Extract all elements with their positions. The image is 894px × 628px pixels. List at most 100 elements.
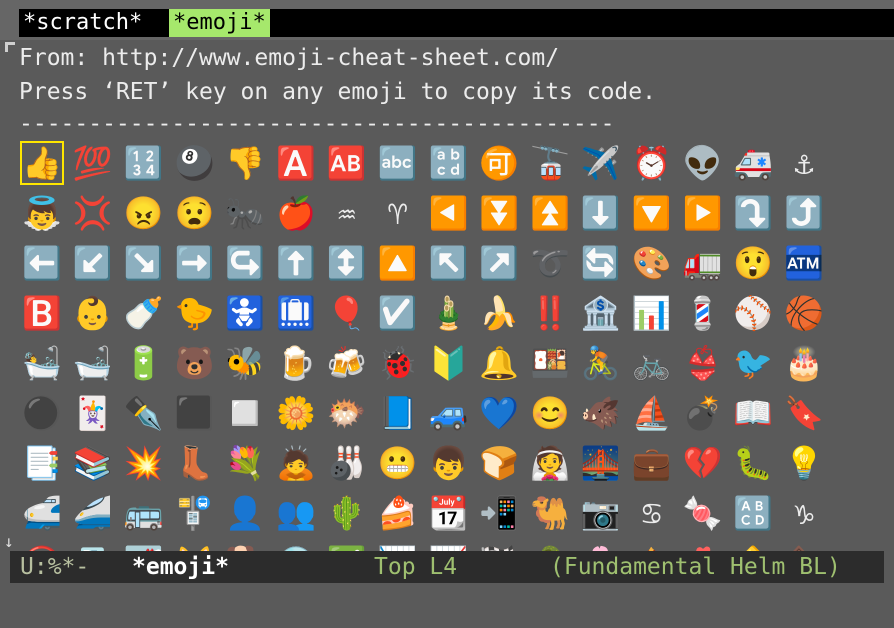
emoji-cell[interactable]: ⚾ <box>730 290 776 336</box>
emoji-cell[interactable]: ♋ <box>629 490 675 536</box>
emoji-cell[interactable]: 👎 <box>222 140 268 186</box>
emoji-cell[interactable]: 🏦 <box>578 290 624 336</box>
emoji-cell[interactable]: ⚓ <box>781 140 827 186</box>
emoji-cell[interactable]: 👥 <box>273 490 319 536</box>
emoji-cell[interactable]: 🐫 <box>527 490 573 536</box>
emoji-cell[interactable]: 🔤 <box>375 140 421 186</box>
emoji-cell[interactable]: 🐡 <box>324 390 370 436</box>
emoji-cell[interactable]: ♈ <box>375 190 421 236</box>
emoji-cell[interactable]: ↖️ <box>425 240 471 286</box>
emoji-cell[interactable]: 📑 <box>19 440 65 486</box>
emoji-cell[interactable]: ⬛ <box>171 390 217 436</box>
emoji-cell[interactable]: 🐗 <box>578 390 624 436</box>
emoji-cell[interactable]: 🅱️ <box>19 290 65 336</box>
emoji-cell[interactable]: 🍼 <box>121 290 167 336</box>
emoji-cell[interactable]: 🚌 <box>121 490 167 536</box>
emoji-cell[interactable]: ⬆️ <box>273 240 319 286</box>
emoji-cell[interactable]: 🔔 <box>476 340 522 386</box>
emoji-cell[interactable]: 🐛 <box>730 440 776 486</box>
emoji-cell[interactable]: ‼️ <box>527 290 573 336</box>
emoji-cell[interactable]: 🍺 <box>273 340 319 386</box>
emoji-cell[interactable]: ➰ <box>527 240 573 286</box>
emoji-cell[interactable]: 🚲 <box>629 340 675 386</box>
emoji-cell[interactable]: ♒ <box>324 190 370 236</box>
emoji-cell[interactable]: ◀️ <box>425 190 471 236</box>
emoji-cell[interactable]: 🔼 <box>375 240 421 286</box>
emoji-cell[interactable]: 📘 <box>375 390 421 436</box>
emoji-cell[interactable]: 🔽 <box>629 190 675 236</box>
emoji-cell[interactable]: 🚙 <box>425 390 471 436</box>
emoji-cell[interactable]: ◻️ <box>222 390 268 436</box>
emoji-cell[interactable]: ↪️ <box>222 240 268 286</box>
emoji-cell[interactable]: 🐤 <box>171 290 217 336</box>
emoji-cell[interactable]: 🚑 <box>730 140 776 186</box>
emoji-cell[interactable]: 🍱 <box>527 340 573 386</box>
emoji-cell[interactable]: 🛁 <box>70 340 116 386</box>
emoji-cell[interactable]: 🛀 <box>19 340 65 386</box>
emoji-cell[interactable]: 🍰 <box>375 490 421 536</box>
emoji-cell[interactable]: 😬 <box>375 440 421 486</box>
emoji-cell[interactable]: 😧 <box>171 190 217 236</box>
emoji-cell[interactable]: 🐝 <box>222 340 268 386</box>
emoji-cell[interactable]: ⏫ <box>527 190 573 236</box>
emoji-cell[interactable]: ⬇️ <box>578 190 624 236</box>
emoji-cell[interactable]: 📲 <box>476 490 522 536</box>
emoji-cell[interactable]: 🉑 <box>476 140 522 186</box>
emoji-cell[interactable]: 📆 <box>425 490 471 536</box>
emoji-cell[interactable]: ⤵️ <box>730 190 776 236</box>
emoji-cell[interactable]: 🐜 <box>222 190 268 236</box>
emoji-cell[interactable]: 🚛 <box>679 240 725 286</box>
emoji-cell[interactable]: ➡️ <box>171 240 217 286</box>
buffer-text-area[interactable]: From: http://www.emoji-cheat-sheet.com/ … <box>19 40 879 552</box>
emoji-cell[interactable]: 🔖 <box>781 390 827 436</box>
emoji-cell[interactable]: 🐦 <box>730 340 776 386</box>
emoji-cell[interactable]: 🍞 <box>476 440 522 486</box>
emoji-cell[interactable]: 🎍 <box>425 290 471 336</box>
emoji-cell[interactable]: 🐻 <box>171 340 217 386</box>
emoji-cell[interactable]: 😊 <box>527 390 573 436</box>
emoji-cell[interactable]: ☑️ <box>375 290 421 336</box>
emoji-cell[interactable]: 🎱 <box>171 140 217 186</box>
emoji-cell[interactable]: 🙇 <box>273 440 319 486</box>
emoji-cell[interactable]: 👤 <box>222 490 268 536</box>
emoji-cell[interactable]: ↙️ <box>70 240 116 286</box>
emoji-cell[interactable]: 🅰️ <box>273 140 319 186</box>
emoji-cell[interactable]: 🍌 <box>476 290 522 336</box>
emoji-cell[interactable]: 💈 <box>679 290 725 336</box>
emoji-cell[interactable]: 🌉 <box>578 440 624 486</box>
emoji-cell[interactable]: 👍 <box>19 140 65 186</box>
emoji-cell[interactable]: ⏬ <box>476 190 522 236</box>
emoji-cell[interactable]: 🏧 <box>781 240 827 286</box>
emoji-cell[interactable]: 🔄 <box>578 240 624 286</box>
emoji-cell[interactable]: 📖 <box>730 390 776 436</box>
emoji-cell[interactable]: 🏀 <box>781 290 827 336</box>
emoji-cell[interactable]: 🎨 <box>629 240 675 286</box>
emoji-cell[interactable]: 💔 <box>679 440 725 486</box>
emoji-cell[interactable]: 🍻 <box>324 340 370 386</box>
emoji-cell[interactable]: ♑ <box>781 490 827 536</box>
emoji-cell[interactable]: 🚄 <box>70 490 116 536</box>
tab-emoji[interactable]: *emoji* <box>169 9 270 37</box>
emoji-cell[interactable]: ↘️ <box>121 240 167 286</box>
emoji-cell[interactable]: 👶 <box>70 290 116 336</box>
emoji-cell[interactable]: 👢 <box>171 440 217 486</box>
emoji-cell[interactable]: 🚡 <box>527 140 573 186</box>
emoji-cell[interactable]: 👼 <box>19 190 65 236</box>
emoji-cell[interactable]: 💡 <box>781 440 827 486</box>
emoji-cell[interactable]: ↕️ <box>324 240 370 286</box>
emoji-cell[interactable]: 💯 <box>70 140 116 186</box>
emoji-cell[interactable]: 👰 <box>527 440 573 486</box>
emoji-cell[interactable]: 💢 <box>70 190 116 236</box>
emoji-cell[interactable]: 🚏 <box>171 490 217 536</box>
emoji-cell[interactable]: 🍎 <box>273 190 319 236</box>
emoji-cell[interactable]: 🌼 <box>273 390 319 436</box>
emoji-cell[interactable]: ⤴️ <box>781 190 827 236</box>
emoji-cell[interactable]: 🔋 <box>121 340 167 386</box>
emoji-cell[interactable]: ⚫ <box>19 390 65 436</box>
emoji-cell[interactable]: 👽 <box>679 140 725 186</box>
emoji-cell[interactable]: 🃏 <box>70 390 116 436</box>
emoji-cell[interactable]: 🌵 <box>324 490 370 536</box>
emoji-cell[interactable]: 💥 <box>121 440 167 486</box>
emoji-cell[interactable]: ⬅️ <box>19 240 65 286</box>
emoji-cell[interactable]: ✈️ <box>578 140 624 186</box>
